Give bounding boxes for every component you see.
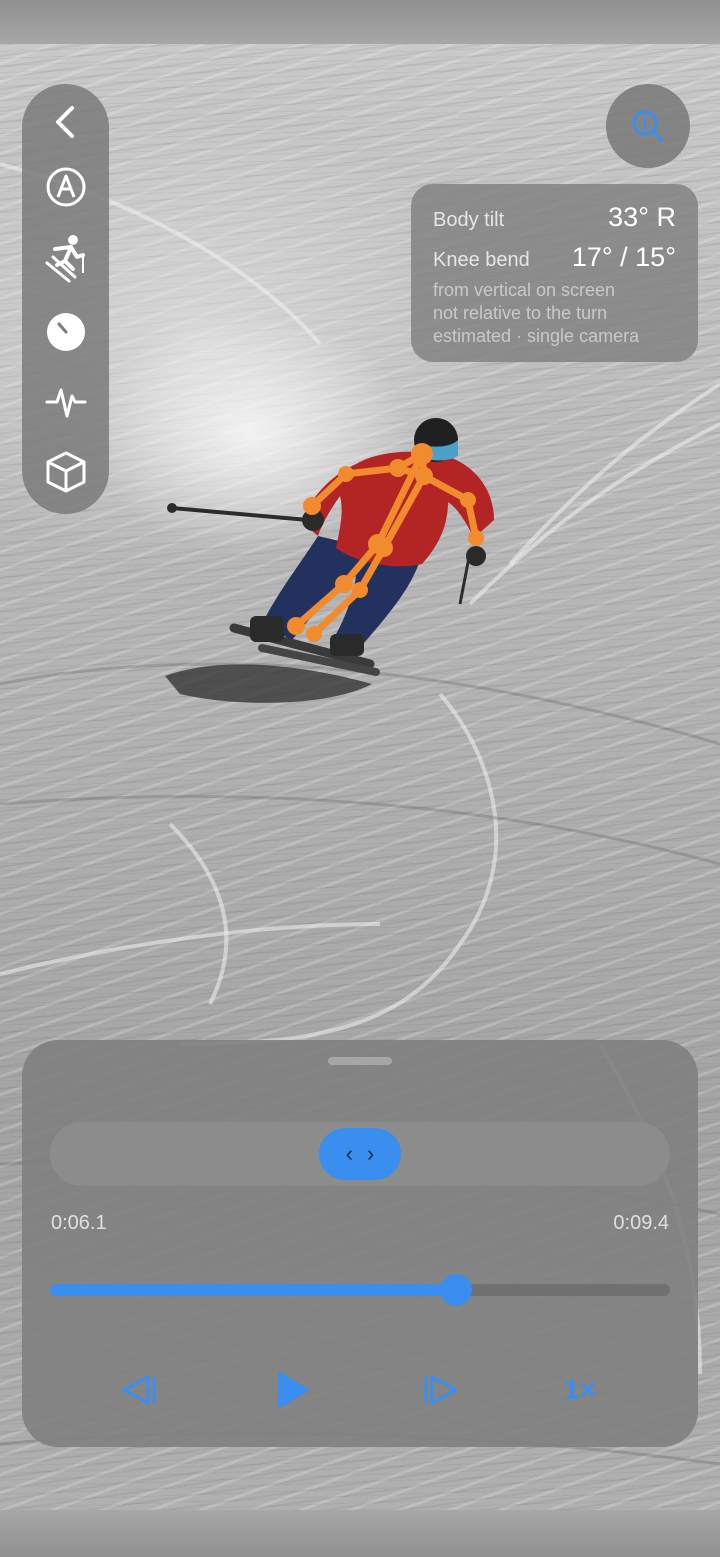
step-forward-button[interactable] <box>418 1362 466 1418</box>
seek-thumb[interactable] <box>440 1274 473 1306</box>
zoom-button[interactable] <box>606 84 690 168</box>
player-panel: ‹ › 0:06.1 0:09.4 1× <box>22 1040 698 1447</box>
play-button[interactable] <box>266 1362 318 1418</box>
zoom-magnifier-icon <box>632 110 664 142</box>
back-button[interactable] <box>22 94 109 150</box>
play-icon <box>278 1371 310 1409</box>
waveform-icon <box>45 388 86 418</box>
note-line-3: estimated · single camera <box>433 326 640 346</box>
panel-drag-handle[interactable] <box>328 1057 392 1065</box>
knee-bend-label: Knee bend <box>433 249 530 271</box>
trim-left-glyph: ‹ <box>345 1141 353 1166</box>
seek-progress <box>50 1284 457 1296</box>
skier-icon <box>45 235 85 283</box>
graph-tool-button[interactable] <box>22 374 109 430</box>
angle-tool-button[interactable] <box>22 159 109 215</box>
start-time: 0:06.1 <box>51 1212 107 1234</box>
metrics-card: Body tilt 33° R Knee bend 17° / 15° from… <box>411 184 698 362</box>
trim-handle[interactable]: ‹ › <box>319 1128 401 1180</box>
3d-view-button[interactable] <box>22 444 109 500</box>
compass-pen-icon <box>46 167 85 207</box>
bottom-letterbox <box>0 1510 720 1557</box>
body-tilt-value: 33° R <box>608 202 676 232</box>
step-back-button[interactable] <box>112 1362 164 1418</box>
note-line-2: not relative to the turn <box>433 303 608 323</box>
seek-bar[interactable] <box>50 1274 670 1306</box>
step-forward-icon <box>424 1375 458 1405</box>
speed-tool-button[interactable] <box>22 304 109 360</box>
pose-tool-button[interactable] <box>22 230 109 286</box>
body-tilt-row: Body tilt 33° R <box>433 202 676 233</box>
gauge-icon <box>46 313 85 351</box>
step-back-icon <box>122 1375 156 1405</box>
playback-speed-button[interactable]: 1× <box>554 1362 606 1418</box>
knee-bend-row: Knee bend 17° / 15° <box>433 242 676 273</box>
trim-right-glyph: › <box>367 1141 375 1166</box>
knee-bend-value: 17° / 15° <box>571 242 676 272</box>
top-letterbox <box>0 0 720 44</box>
cube-icon <box>46 451 85 493</box>
back-chevron-icon <box>55 106 74 138</box>
body-tilt-label: Body tilt <box>433 209 505 231</box>
end-time: 0:09.4 <box>613 1212 669 1234</box>
note-line-1: from vertical on screen <box>433 280 616 300</box>
tool-sidebar <box>22 84 109 514</box>
